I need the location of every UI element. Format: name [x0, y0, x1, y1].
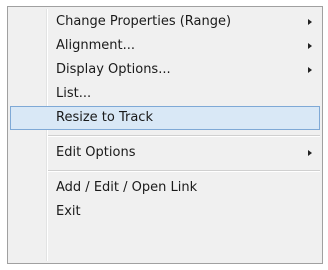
menu-item-label: Change Properties (Range) [56, 14, 232, 29]
menu-item-alignment[interactable]: Alignment... [10, 34, 320, 58]
menu-item-add-edit-open-link[interactable]: Add / Edit / Open Link [10, 176, 320, 200]
menu-separator [48, 170, 320, 172]
menu-item-label: Display Options... [56, 62, 171, 77]
menu-item-display-options[interactable]: Display Options... [10, 58, 320, 82]
submenu-arrow-icon [308, 67, 312, 73]
submenu-arrow-icon [308, 43, 312, 49]
menu-item-change-properties[interactable]: Change Properties (Range) [10, 10, 320, 34]
menu-item-list[interactable]: List... [10, 82, 320, 106]
menu-item-label: Edit Options [56, 145, 136, 160]
context-menu: Change Properties (Range) Alignment... D… [7, 6, 323, 264]
menu-item-edit-options[interactable]: Edit Options [10, 141, 320, 165]
menu-separator [48, 135, 320, 137]
menu-item-label: Add / Edit / Open Link [56, 180, 198, 195]
menu-item-exit[interactable]: Exit [10, 200, 320, 224]
submenu-arrow-icon [308, 19, 312, 25]
menu-item-label: Alignment... [56, 38, 136, 53]
menu-item-label: Exit [56, 204, 81, 219]
menu-item-resize-to-track[interactable]: Resize to Track [10, 106, 320, 130]
menu-item-label: List... [56, 86, 92, 101]
submenu-arrow-icon [308, 150, 312, 156]
menu-item-label: Resize to Track [56, 110, 153, 125]
